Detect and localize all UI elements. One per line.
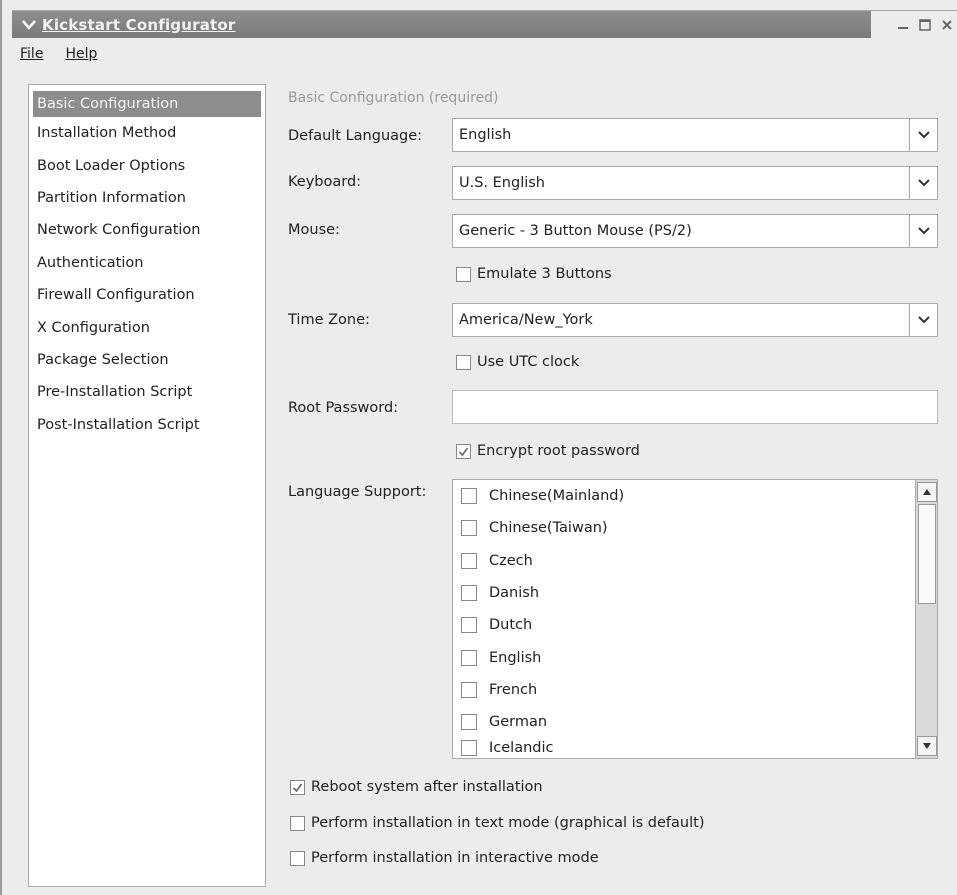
root-password-label: Root Password: (288, 400, 399, 416)
language-label: German (489, 714, 548, 731)
list-item[interactable]: Dutch (453, 609, 937, 641)
language-support-label: Language Support: (288, 484, 427, 500)
checkbox-box[interactable] (461, 649, 477, 666)
chevron-down-icon[interactable] (909, 215, 937, 247)
language-list-scrollbar[interactable] (915, 480, 937, 758)
emulate-3-buttons-label: Emulate 3 Buttons (477, 266, 612, 282)
reboot-checkbox[interactable]: Reboot system after installation (290, 779, 543, 795)
maximize-icon[interactable] (917, 17, 933, 33)
sidebar-item-x-configuration[interactable]: X Configuration (29, 311, 265, 343)
chevron-down-icon[interactable] (909, 167, 937, 199)
sidebar-item-network-configuration[interactable]: Network Configuration (29, 214, 265, 246)
section-title: Basic Configuration (required) (288, 90, 499, 106)
window-title: Kickstart Configurator (42, 15, 236, 34)
checkbox-box[interactable] (461, 714, 477, 731)
checkbox-box[interactable] (461, 520, 477, 537)
language-support-list[interactable]: Chinese(Mainland) Chinese(Taiwan) Czech … (452, 479, 938, 759)
sidebar-item-partition-information[interactable]: Partition Information (29, 182, 265, 214)
list-item[interactable]: Chinese(Mainland) (453, 480, 937, 512)
interactive-mode-checkbox[interactable]: Perform installation in interactive mode (290, 850, 599, 866)
checkbox-box[interactable] (290, 850, 305, 866)
language-label: French (489, 681, 538, 698)
checkbox-box[interactable] (461, 740, 477, 757)
language-label: Chinese(Mainland) (489, 488, 625, 505)
checkbox-box[interactable] (456, 354, 471, 370)
check-icon[interactable] (290, 779, 305, 795)
text-mode-checkbox[interactable]: Perform installation in text mode (graph… (290, 815, 704, 831)
list-item[interactable]: Danish (453, 577, 937, 609)
list-item[interactable]: Czech (453, 545, 937, 577)
root-password-field[interactable] (452, 390, 938, 424)
mouse-label: Mouse: (288, 222, 340, 238)
mouse-select[interactable]: Generic - 3 Button Mouse (PS/2) (452, 214, 938, 248)
time-zone-value: America/New_York (459, 312, 593, 328)
window-menu-icon[interactable] (18, 14, 40, 36)
checkbox-box[interactable] (461, 585, 477, 602)
title-bar[interactable]: Kickstart Configurator (12, 10, 957, 39)
chevron-down-icon[interactable] (909, 304, 937, 336)
list-item[interactable]: English (453, 641, 937, 673)
language-label: English (489, 649, 542, 666)
checkbox-box[interactable] (456, 266, 471, 282)
menu-bar: File Help (20, 46, 97, 70)
checkbox-box[interactable] (290, 815, 305, 831)
list-item[interactable]: Chinese(Taiwan) (453, 512, 937, 544)
sidebar-item-pre-installation-script[interactable]: Pre-Installation Script (29, 376, 265, 408)
time-zone-label: Time Zone: (288, 312, 370, 328)
encrypt-root-password-checkbox[interactable]: Encrypt root password (456, 443, 640, 459)
list-item[interactable]: French (453, 674, 937, 706)
language-label: Danish (489, 585, 540, 602)
checkbox-box[interactable] (461, 681, 477, 698)
default-language-label: Default Language: (288, 128, 423, 144)
checkbox-box[interactable] (461, 617, 477, 634)
arrow-down-icon[interactable] (916, 736, 937, 756)
encrypt-root-password-label: Encrypt root password (477, 443, 640, 459)
checkbox-box[interactable] (461, 552, 477, 569)
minimize-icon[interactable] (895, 17, 911, 33)
emulate-3-buttons-checkbox[interactable]: Emulate 3 Buttons (456, 266, 612, 282)
window-controls (871, 11, 957, 39)
arrow-up-icon[interactable] (916, 482, 937, 502)
interactive-mode-label: Perform installation in interactive mode (311, 850, 599, 866)
sidebar-item-basic-configuration[interactable]: Basic Configuration (33, 91, 261, 117)
text-mode-label: Perform installation in text mode (graph… (311, 815, 705, 831)
sidebar-item-post-installation-script[interactable]: Post-Installation Script (29, 409, 265, 441)
keyboard-label: Keyboard: (288, 174, 362, 190)
time-zone-select[interactable]: America/New_York (452, 303, 938, 337)
mouse-value: Generic - 3 Button Mouse (PS/2) (459, 223, 692, 239)
list-item[interactable]: Icelandic (453, 738, 937, 757)
default-language-value: English (459, 127, 512, 143)
menu-file[interactable]: File (20, 46, 43, 70)
close-icon[interactable] (939, 17, 955, 33)
sidebar: Basic Configuration Installation Method … (28, 84, 266, 887)
main-panel: Basic Configuration (required) Default L… (272, 84, 952, 887)
reboot-label: Reboot system after installation (311, 779, 543, 795)
sidebar-item-package-selection[interactable]: Package Selection (29, 344, 265, 376)
menu-help[interactable]: Help (65, 46, 97, 70)
sidebar-item-installation-method[interactable]: Installation Method (29, 117, 265, 149)
language-label: Czech (489, 552, 533, 569)
use-utc-clock-checkbox[interactable]: Use UTC clock (456, 354, 579, 370)
keyboard-select[interactable]: U.S. English (452, 166, 938, 200)
check-icon[interactable] (456, 443, 471, 459)
language-label: Chinese(Taiwan) (489, 520, 608, 537)
list-item[interactable]: German (453, 706, 937, 738)
use-utc-clock-label: Use UTC clock (477, 354, 580, 370)
language-label: Icelandic (489, 740, 554, 757)
scrollbar-thumb[interactable] (917, 504, 936, 604)
chevron-down-icon[interactable] (909, 119, 937, 151)
sidebar-item-authentication[interactable]: Authentication (29, 247, 265, 279)
default-language-select[interactable]: English (452, 118, 938, 152)
language-label: Dutch (489, 617, 533, 634)
keyboard-value: U.S. English (459, 175, 546, 191)
checkbox-box[interactable] (461, 488, 477, 505)
kickstart-window: Kickstart Configurator File Help Basic C… (0, 0, 957, 895)
sidebar-item-firewall-configuration[interactable]: Firewall Configuration (29, 279, 265, 311)
sidebar-item-boot-loader-options[interactable]: Boot Loader Options (29, 149, 265, 181)
